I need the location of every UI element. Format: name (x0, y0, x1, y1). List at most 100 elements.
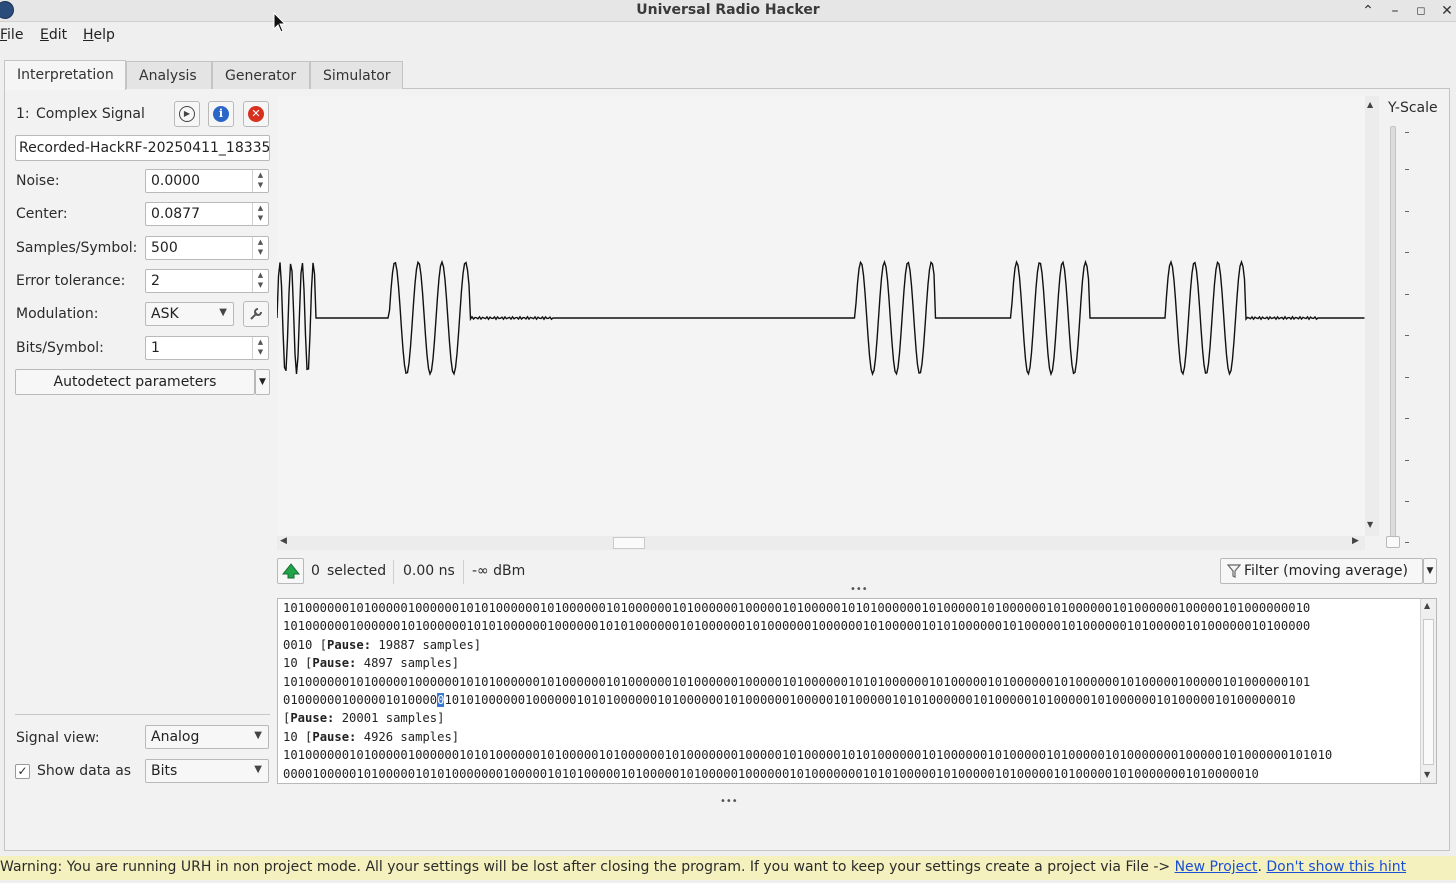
data-bits: 1010100000010000001010100000010100000010… (444, 693, 1296, 707)
y-scale-handle[interactable] (1386, 536, 1400, 548)
show-data-select[interactable]: Bits ▼ (145, 759, 269, 783)
data-line: 0100000010000010100000101010000001000000… (283, 693, 1296, 707)
tab-analysis[interactable]: Analysis (126, 61, 212, 89)
pause-samples: 20001 samples] (341, 711, 445, 725)
tab-generator[interactable]: Generator (212, 61, 310, 89)
noise-label: Noise: (16, 173, 60, 189)
section-divider (15, 714, 270, 715)
pause-label: Pause: (290, 711, 335, 725)
data-line: 1010000001000000101000000101010000001000… (283, 619, 1311, 633)
samples-per-symbol-label: Samples/Symbol: (16, 240, 138, 256)
data-line: 10 [Pause: 4897 samples] (283, 656, 460, 670)
menu-help[interactable]: Help (83, 27, 115, 43)
data-bits: 0010 (283, 638, 313, 652)
y-scale-tick (1405, 211, 1409, 212)
replay-button[interactable]: ▶ (174, 101, 200, 127)
plot-vertical-scrollbar[interactable]: ▲ ▼ (1365, 96, 1379, 536)
y-scale-label: Y-Scale (1388, 100, 1438, 116)
scroll-down-icon[interactable]: ▼ (1367, 520, 1373, 529)
modulation-select[interactable]: ASK ▼ (145, 302, 234, 326)
spin-arrows-icon[interactable]: ▲ ▼ (252, 270, 268, 292)
samples-per-symbol-spinbox[interactable]: 500 ▲ ▼ (145, 236, 269, 260)
filter-icon (1227, 564, 1241, 578)
spin-arrows-icon[interactable]: ▲ ▼ (252, 337, 268, 359)
selection-power: -∞ dBm (472, 563, 526, 579)
bits-per-symbol-spinbox[interactable]: 1 ▲ ▼ (145, 336, 269, 360)
restore-button[interactable]: ◻ (1410, 1, 1432, 21)
demodulated-data-view[interactable]: 1010000001010000010000001010100000010100… (277, 598, 1437, 784)
filter-dropdown-chevron-icon[interactable]: ▼ (1423, 558, 1437, 584)
title-bar: Universal Radio Hacker ⌃ – ◻ ✕ (0, 0, 1456, 22)
y-scale-tick (1405, 542, 1409, 543)
y-scale-tick (1405, 294, 1409, 295)
spin-arrows-icon[interactable]: ▲ ▼ (252, 170, 268, 192)
chevron-down-icon: ▼ (254, 730, 262, 741)
y-scale-tick (1405, 335, 1409, 336)
pause-label: Pause: (312, 656, 357, 670)
new-project-link[interactable]: New Project (1175, 859, 1258, 875)
minimize-button[interactable]: – (1384, 1, 1406, 21)
tab-interpretation[interactable]: Interpretation (4, 60, 126, 90)
signal-view-select[interactable]: Analog ▼ (145, 725, 269, 749)
zoom-to-selection-button[interactable] (277, 558, 304, 584)
signal-filename-field[interactable]: Recorded-HackRF-20250411_18335 (15, 135, 270, 161)
scroll-down-icon[interactable]: ▼ (1424, 770, 1430, 779)
separator (393, 560, 394, 584)
horizontal-scroll-thumb[interactable] (613, 537, 645, 549)
signal-view-value: Analog (151, 729, 200, 745)
window-title: Universal Radio Hacker (636, 2, 820, 18)
plot-horizontal-scrollbar[interactable]: ◀ ▶ (277, 536, 1365, 550)
noise-spinbox[interactable]: 0.0000 ▲ ▼ (145, 169, 269, 193)
data-bits: 10 (283, 730, 298, 744)
maximize-chevron-icon[interactable]: ⌃ (1357, 1, 1379, 21)
data-line: 1010000001010000010000001010100000010100… (283, 748, 1333, 762)
y-scale-tick (1405, 169, 1409, 170)
center-label: Center: (16, 206, 68, 222)
data-vertical-scrollbar[interactable]: ▲ ▼ (1420, 599, 1436, 783)
info-button[interactable]: i (208, 101, 234, 127)
data-scroll-thumb[interactable] (1423, 619, 1434, 765)
hint-text-line: Warning: You are running URH in non proj… (0, 859, 1407, 875)
data-line: 0000100000101000001010100000001000001010… (283, 767, 1259, 781)
splitter-handle-icon[interactable]: ••• (720, 796, 738, 807)
scroll-right-icon[interactable]: ▶ (1352, 536, 1359, 546)
menu-file[interactable]: File (0, 27, 23, 43)
tab-simulator[interactable]: Simulator (310, 61, 403, 89)
signal-plot[interactable] (276, 96, 1365, 536)
selection-duration: 0.00 ns (403, 563, 455, 579)
autodetect-dropdown-chevron-icon[interactable]: ▼ (255, 369, 270, 395)
error-tolerance-value: 2 (151, 273, 160, 289)
spin-arrows-icon[interactable]: ▲ ▼ (252, 237, 268, 259)
data-line: 10 [Pause: 4926 samples] (283, 730, 460, 744)
splitter-handle-icon[interactable]: ••• (850, 584, 868, 595)
signal-waveform-svg (276, 259, 1365, 377)
close-signal-button[interactable]: ✕ (243, 101, 269, 127)
triangle-up-icon (282, 563, 300, 579)
pause-label: Pause: (327, 638, 372, 652)
chevron-down-icon: ▼ (219, 307, 227, 318)
menu-bar: File Edit Help (0, 24, 1456, 48)
selected-label: selected (327, 563, 387, 579)
play-icon: ▶ (179, 106, 195, 122)
signal-filename: Recorded-HackRF-20250411_18335 (19, 140, 270, 156)
filter-button[interactable]: Filter (moving average) (1220, 558, 1423, 584)
modulation-settings-button[interactable] (243, 301, 269, 327)
autodetect-button[interactable]: Autodetect parameters (15, 369, 255, 395)
scroll-left-icon[interactable]: ◀ (280, 536, 287, 546)
scroll-up-icon[interactable]: ▲ (1424, 601, 1430, 610)
hint-text: Warning: You are running URH in non proj… (0, 859, 1171, 875)
data-line: 0010 [Pause: 19887 samples] (283, 638, 482, 652)
dont-show-hint-link[interactable]: Don't show this hint (1266, 859, 1406, 875)
separator (463, 560, 464, 584)
error-tolerance-spinbox[interactable]: 2 ▲ ▼ (145, 269, 269, 293)
center-value: 0.0877 (151, 206, 200, 222)
spin-arrows-icon[interactable]: ▲ ▼ (252, 203, 268, 225)
y-scale-slider[interactable] (1390, 126, 1396, 542)
menu-edit[interactable]: Edit (40, 27, 67, 43)
close-window-button[interactable]: ✕ (1436, 1, 1456, 21)
signal-name[interactable]: Complex Signal (36, 106, 145, 122)
center-spinbox[interactable]: 0.0877 ▲ ▼ (145, 202, 269, 226)
scroll-up-icon[interactable]: ▲ (1367, 100, 1373, 109)
pause-samples: 19887 samples] (378, 638, 482, 652)
show-data-checkbox[interactable]: ✓ (15, 764, 30, 779)
